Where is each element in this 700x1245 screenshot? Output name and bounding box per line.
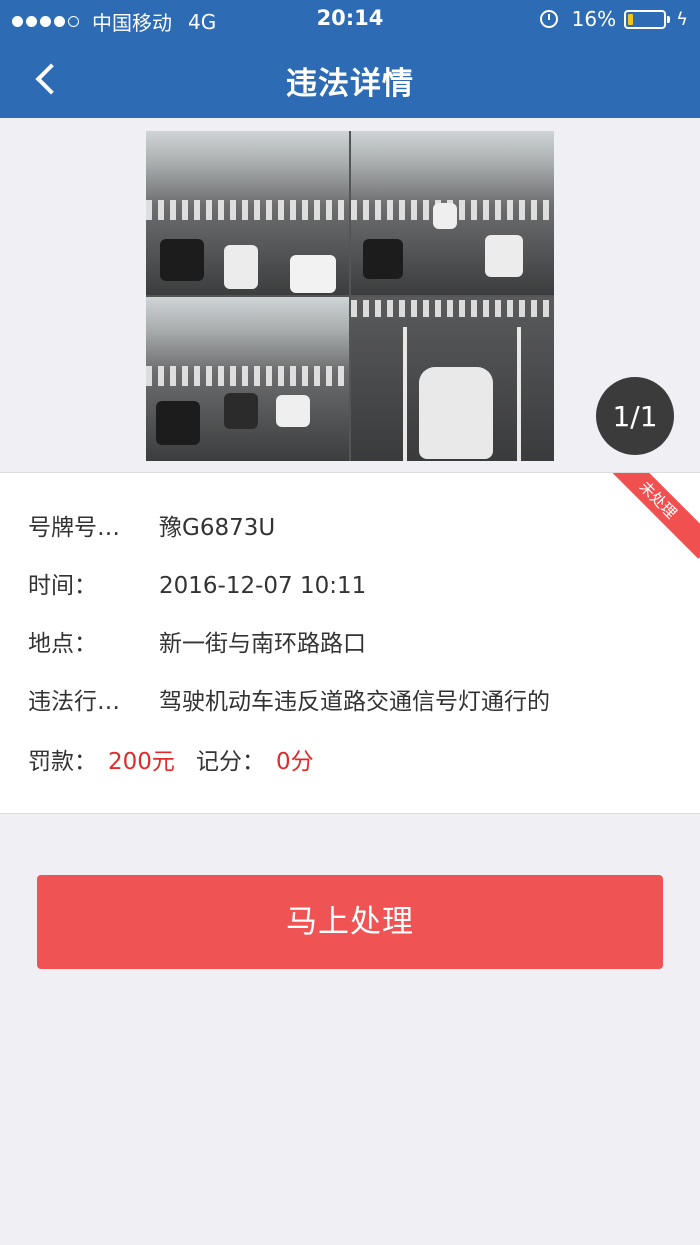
app-header: 中国移动 4G 20:14 16% ϟ 违法详情 <box>0 0 700 118</box>
points-label: 记分： <box>196 749 265 775</box>
process-now-button[interactable]: 马上处理 <box>37 875 663 969</box>
page-title: 违法详情 <box>286 66 414 102</box>
detail-value: 豫G6873U <box>159 515 276 541</box>
photo-frame-closeup <box>351 297 554 461</box>
violation-photo[interactable] <box>146 131 554 461</box>
violation-details-card: 未处理 号牌号… 豫G6873U 时间： 2016-12-07 10:11 地点… <box>0 472 700 814</box>
battery-level <box>628 13 634 25</box>
photo-frame-1 <box>146 131 349 295</box>
detail-label: 违法行… <box>28 689 120 715</box>
status-ribbon: 未处理 <box>599 473 700 559</box>
status-bar: 中国移动 4G 20:14 16% ϟ <box>0 0 700 40</box>
alarm-clock-icon <box>539 10 558 28</box>
detail-value: 驾驶机动车违反道路交通信号灯通行的 <box>159 689 550 715</box>
battery-percent: 16% <box>571 7 617 31</box>
battery-icon <box>624 9 671 29</box>
points-amount: 0分 <box>276 749 314 775</box>
detail-label: 号牌号… <box>28 515 120 541</box>
charging-bolt-icon: ϟ <box>676 8 688 30</box>
violation-photo-area: 1/1 <box>0 118 700 472</box>
detail-label: 地点： <box>28 631 97 657</box>
photo-frame-2 <box>351 131 554 295</box>
photo-frame-3 <box>146 297 349 461</box>
detail-value: 新一街与南环路路口 <box>159 631 366 657</box>
fine-amount: 200元 <box>108 749 175 775</box>
nav-bar: 违法详情 <box>0 40 700 118</box>
fine-label: 罚款： <box>28 749 97 775</box>
photo-page-counter: 1/1 <box>596 377 674 455</box>
detail-value: 2016-12-07 10:11 <box>159 573 367 599</box>
detail-label: 时间： <box>28 573 97 599</box>
